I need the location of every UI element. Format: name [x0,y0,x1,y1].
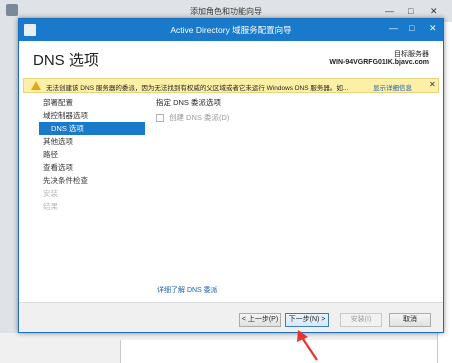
warning-banner: 无法创建该 DNS 服务器的委派，因为无法找到有权威的父区域或者它未运行 Win… [23,78,439,93]
nav-item-dns-options[interactable]: DNS 选项 [39,122,145,135]
nav-item-installation: 安装 [43,189,58,198]
target-server-label: 目标服务器 [394,51,429,58]
create-dns-delegation-option: 创建 DNS 委派(D) [156,112,229,123]
wizard-titlebar: Active Directory 域服务配置向导 — □ ✕ [19,19,443,41]
close-icon[interactable]: ✕ [429,23,437,34]
learn-more-dns-delegation-link[interactable]: 详细了解 DNS 委派 [157,285,218,295]
cancel-button[interactable]: 取消 [389,313,431,327]
page-title: DNS 选项 [33,52,99,69]
main-content: 指定 DNS 委派选项 创建 DNS 委派(D) [156,97,229,122]
maximize-icon[interactable]: □ [408,6,413,16]
nav-item-review-options[interactable]: 查看选项 [39,161,145,174]
nav-item-prerequisites-check[interactable]: 先决条件检查 [39,174,145,187]
create-dns-delegation-checkbox[interactable] [156,113,164,122]
section-heading: 指定 DNS 委派选项 [156,98,222,107]
wizard-title: Active Directory 域服务配置向导 [170,25,292,35]
warning-close-icon[interactable]: ✕ [429,80,436,89]
background-footer-panel [120,340,437,363]
nav-item-results: 结果 [43,202,58,211]
create-dns-delegation-label: 创建 DNS 委派(D) [168,113,230,122]
target-server-name: WIN-94VGRFG01IK.bjavc.com [329,59,429,66]
next-button[interactable]: 下一步(N) > [285,313,329,327]
show-details-link[interactable]: 显示详细信息 [373,82,412,92]
nav-item-paths[interactable]: 路径 [39,148,145,161]
ad-ds-config-wizard: Active Directory 域服务配置向导 — □ ✕ DNS 选项 目标… [18,18,444,333]
wizard-footer: < 上一步(P) 下一步(N) > 安装(I) 取消 [19,302,443,332]
install-button: 安装(I) [340,313,382,327]
warning-icon [31,81,41,90]
previous-button[interactable]: < 上一步(P) [239,313,281,327]
warning-text: 无法创建该 DNS 服务器的委派，因为无法找到有权威的父区域或者它未运行 Win… [46,85,349,92]
minimize-icon[interactable]: — [389,23,398,33]
nav-item-additional-options[interactable]: 其他选项 [39,135,145,148]
nav-item-deployment-config[interactable]: 部署配置 [39,96,145,109]
wizard-nav: 部署配置 域控制器选项 DNS 选项 其他选项 路径 查看选项 先决条件检查 安… [39,96,145,213]
close-icon[interactable]: ✕ [430,6,438,17]
minimize-icon[interactable]: — [385,6,394,16]
maximize-icon[interactable]: □ [409,23,414,33]
nav-item-dc-options[interactable]: 域控制器选项 [39,109,145,122]
